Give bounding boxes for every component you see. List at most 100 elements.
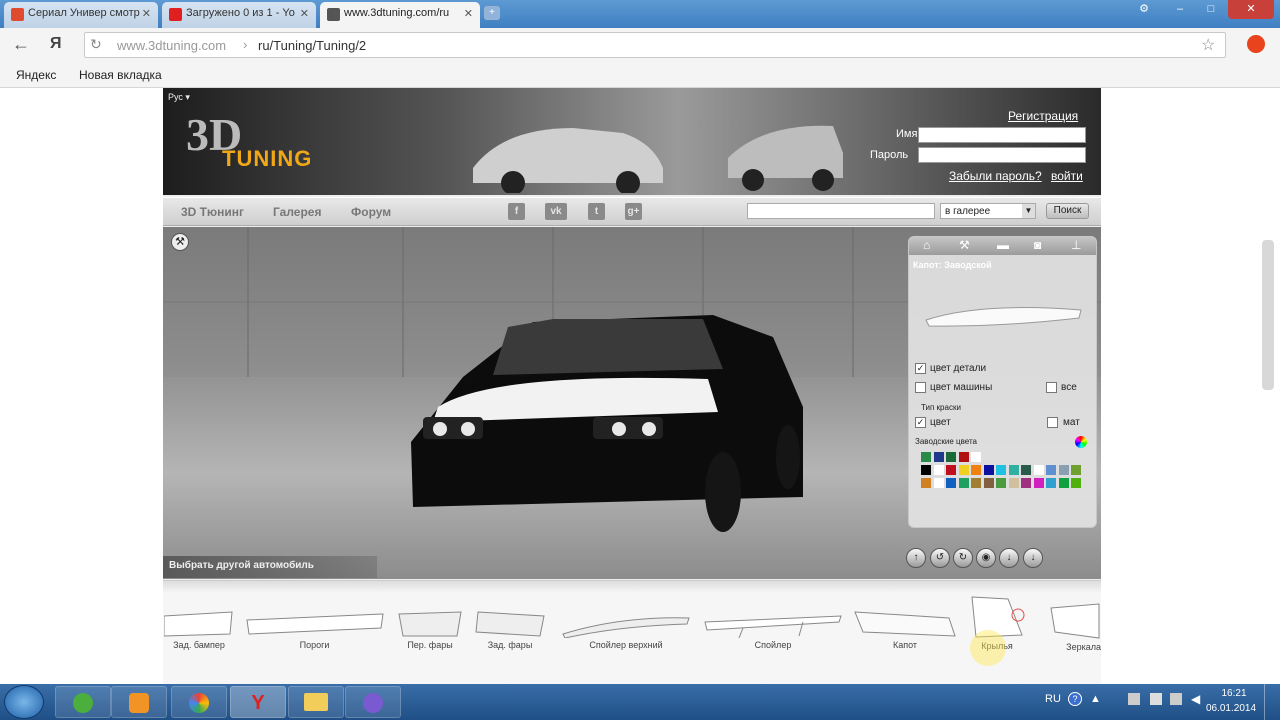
color-swatch[interactable] (1008, 465, 1019, 475)
tools-icon[interactable]: ⚒ (959, 238, 970, 252)
close-icon[interactable]: ✕ (300, 7, 309, 20)
color-swatch[interactable] (1033, 478, 1044, 488)
tab-serial[interactable]: Сериал Универ смотр ✕ (4, 2, 158, 28)
color-swatch[interactable] (1008, 478, 1019, 488)
part-color-checkbox[interactable]: ✓ (915, 363, 926, 374)
car-color-checkbox[interactable] (915, 382, 926, 393)
color-swatch[interactable] (1021, 465, 1031, 475)
download-icon[interactable]: ↓ (1023, 548, 1043, 568)
color-swatch[interactable] (1046, 478, 1056, 488)
taskbar-app-3[interactable] (171, 686, 227, 718)
search-button[interactable]: Поиск (1046, 203, 1089, 219)
color-checkbox[interactable]: ✓ (915, 417, 926, 428)
bookmark-yandex[interactable]: Яндекс (16, 68, 56, 82)
color-swatch[interactable] (1071, 465, 1081, 475)
home-icon[interactable]: ⌂ (923, 238, 930, 252)
start-button[interactable] (4, 685, 44, 719)
search-scope-select[interactable]: в галерее ▼ (940, 203, 1036, 219)
color-swatch[interactable] (1058, 478, 1069, 488)
color-swatch[interactable] (1058, 465, 1069, 475)
part-hood[interactable]: Капот (852, 608, 958, 650)
color-wheel-icon[interactable] (1075, 436, 1087, 448)
menu-3d-tuning[interactable]: 3D Тюнинг (181, 205, 244, 219)
taskbar-app-2[interactable] (111, 686, 167, 718)
color-swatch[interactable] (1021, 478, 1031, 488)
taskbar-app-4[interactable]: Y (230, 686, 286, 718)
back-arrow-icon[interactable]: ← (12, 34, 30, 55)
color-swatch[interactable] (996, 465, 1006, 475)
clock-time[interactable]: 16:21 (1214, 688, 1254, 699)
downloads-icon[interactable] (1247, 35, 1265, 53)
rotate-left-icon[interactable]: ↺ (930, 548, 950, 568)
color-swatch[interactable] (958, 452, 969, 462)
power-icon[interactable] (1150, 693, 1162, 705)
vkontakte-icon[interactable]: vk (545, 203, 567, 220)
color-swatch[interactable] (1033, 465, 1044, 475)
flag-icon[interactable] (1128, 693, 1140, 705)
show-desktop-button[interactable] (1264, 684, 1280, 720)
help-icon[interactable]: ? (1068, 692, 1082, 706)
part-mirrors[interactable]: Зеркала (1038, 602, 1101, 652)
language-selector[interactable]: Рус ▾ (168, 92, 190, 103)
part-headlights[interactable]: Пер. фары (394, 608, 466, 650)
color-swatch[interactable] (946, 465, 956, 475)
camera-icon[interactable]: ◉ (976, 548, 996, 568)
twitter-icon[interactable]: t (588, 203, 605, 220)
forgot-password-link[interactable]: Забыли пароль? (949, 169, 1042, 183)
menu-gallery[interactable]: Галерея (273, 205, 321, 219)
part-side-skirts[interactable]: Пороги (242, 608, 387, 650)
matte-checkbox[interactable] (1047, 417, 1058, 428)
taskbar-app-6[interactable] (345, 686, 401, 718)
taskbar-app-1[interactable] (55, 686, 111, 718)
download-icon[interactable]: ↓ (999, 548, 1019, 568)
camera-icon[interactable]: ◙ (1034, 238, 1041, 252)
color-swatch[interactable] (958, 478, 969, 488)
color-swatch[interactable] (971, 478, 981, 488)
register-link[interactable]: Регистрация (1008, 109, 1078, 123)
tools-icon[interactable]: ⚒ (171, 233, 189, 251)
volume-icon[interactable]: ◀ (1191, 692, 1200, 706)
facebook-icon[interactable]: f (508, 203, 525, 220)
site-search-input[interactable] (747, 203, 935, 219)
taskbar-app-5[interactable] (288, 686, 344, 718)
color-swatch[interactable] (971, 452, 981, 462)
yandex-button[interactable]: Я (50, 35, 62, 53)
chevron-up-icon[interactable]: ▲ (1090, 693, 1101, 705)
rotate-right-icon[interactable]: ↻ (953, 548, 973, 568)
color-swatch[interactable] (1046, 465, 1056, 475)
select-car-button[interactable]: Выбрать другой автомобиль (163, 556, 377, 578)
close-icon[interactable]: ✕ (142, 7, 151, 20)
color-swatch[interactable] (983, 478, 994, 488)
color-swatch[interactable] (1071, 478, 1081, 488)
bookmark-star-icon[interactable]: ☆ (1201, 35, 1215, 55)
minimize-button[interactable]: ‒ (1166, 0, 1194, 19)
menu-forum[interactable]: Форум (351, 205, 391, 219)
close-window-button[interactable]: ✕ (1228, 0, 1274, 19)
all-checkbox[interactable] (1046, 382, 1057, 393)
arrow-up-icon[interactable]: ↑ (906, 548, 926, 568)
color-swatch[interactable] (921, 465, 931, 475)
part-spoiler[interactable]: Спойлер (702, 608, 844, 650)
tree-icon[interactable]: ⊥ (1071, 238, 1081, 252)
google-plus-icon[interactable]: g+ (625, 203, 642, 220)
close-icon[interactable]: ✕ (464, 7, 473, 20)
settings-icon[interactable]: ⚙ (1130, 0, 1158, 19)
color-swatch[interactable] (933, 478, 944, 488)
color-swatch[interactable] (958, 465, 969, 475)
tab-3dtuning[interactable]: www.3dtuning.com/ru ✕ (320, 2, 480, 28)
color-swatch[interactable] (971, 465, 981, 475)
maximize-button[interactable]: □ (1197, 0, 1225, 19)
color-swatch[interactable] (946, 452, 956, 462)
color-swatch[interactable] (983, 465, 994, 475)
color-swatch[interactable] (933, 452, 944, 462)
color-swatch[interactable] (933, 465, 944, 475)
tab-youtube[interactable]: Загружено 0 из 1 - Yo ✕ (162, 2, 316, 28)
new-tab-button[interactable]: + (484, 6, 500, 20)
color-swatch[interactable] (921, 452, 931, 462)
part-rear-bumper[interactable]: Зад. бампер (163, 608, 235, 650)
reload-icon[interactable]: ↻ (90, 36, 102, 53)
color-swatch[interactable] (921, 478, 931, 488)
color-swatch[interactable] (996, 478, 1006, 488)
car-icon[interactable]: ▬ (997, 238, 1009, 252)
login-button[interactable]: войти (1051, 169, 1083, 183)
